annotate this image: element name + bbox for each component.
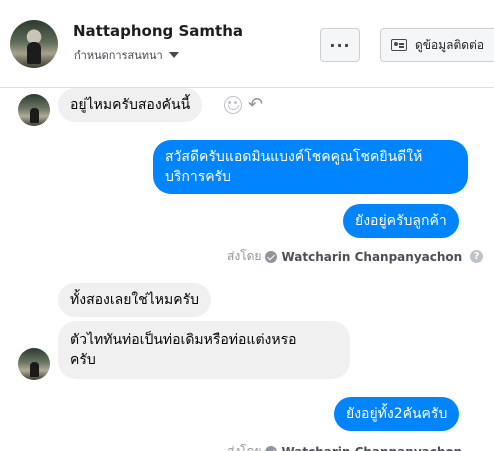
view-contact-info-button[interactable]: ดูข้อมูลติดต่อ <box>380 28 494 62</box>
reply-arrow-icon[interactable]: ↶ <box>248 95 263 115</box>
verified-check-icon <box>265 445 278 451</box>
verified-check-icon <box>265 250 278 263</box>
contact-name[interactable]: Nattaphong Samtha <box>73 22 243 40</box>
caret-down-icon <box>168 52 179 58</box>
view-contact-info-label: ดูข้อมูลติดต่อ <box>415 37 485 52</box>
conversation-schedule-label: กำหนดการสนทนา <box>74 49 163 62</box>
sender-avatar[interactable] <box>18 94 50 126</box>
more-options-button[interactable]: ··· <box>320 28 360 62</box>
smiley-icon[interactable] <box>224 96 242 114</box>
outgoing-message[interactable]: สวัสดีครับแอดมินแบงค์โชคคูณโชคยินดีให้ บ… <box>153 140 468 194</box>
sender-name[interactable]: Watcharin Chanpanyachon <box>281 445 462 451</box>
incoming-message[interactable]: ทั้งสองเลยใช่ไหมครับ <box>58 283 212 317</box>
incoming-message[interactable]: อยู่ไหมครับสองคันนี้ <box>58 88 203 122</box>
contact-avatar[interactable] <box>10 20 58 68</box>
outgoing-message[interactable]: ยังอยู่ครับลูกค้า <box>343 204 459 238</box>
sent-by-label: ส่งโดย Watcharin Chanpanyachon <box>227 442 462 451</box>
conversation-schedule-dropdown[interactable]: กำหนดการสนทนา <box>74 46 179 64</box>
sender-name[interactable]: Watcharin Chanpanyachon <box>281 250 462 264</box>
incoming-message[interactable]: ตัวไททันท่อเป็นท่อเดิมหรือท่อแต่งหรอ ครั… <box>58 321 350 379</box>
sender-avatar[interactable] <box>18 348 50 380</box>
conversation-header: Nattaphong Samtha กำหนดการสนทนา ··· ดูข้… <box>0 0 494 88</box>
outgoing-message[interactable]: ยังอยู่ทั้ง2คันครับ <box>334 397 460 431</box>
info-icon[interactable]: ? <box>470 250 484 263</box>
sent-by-label: ส่งโดย Watcharin Chanpanyachon ? <box>227 247 484 266</box>
contact-card-icon <box>391 39 407 51</box>
